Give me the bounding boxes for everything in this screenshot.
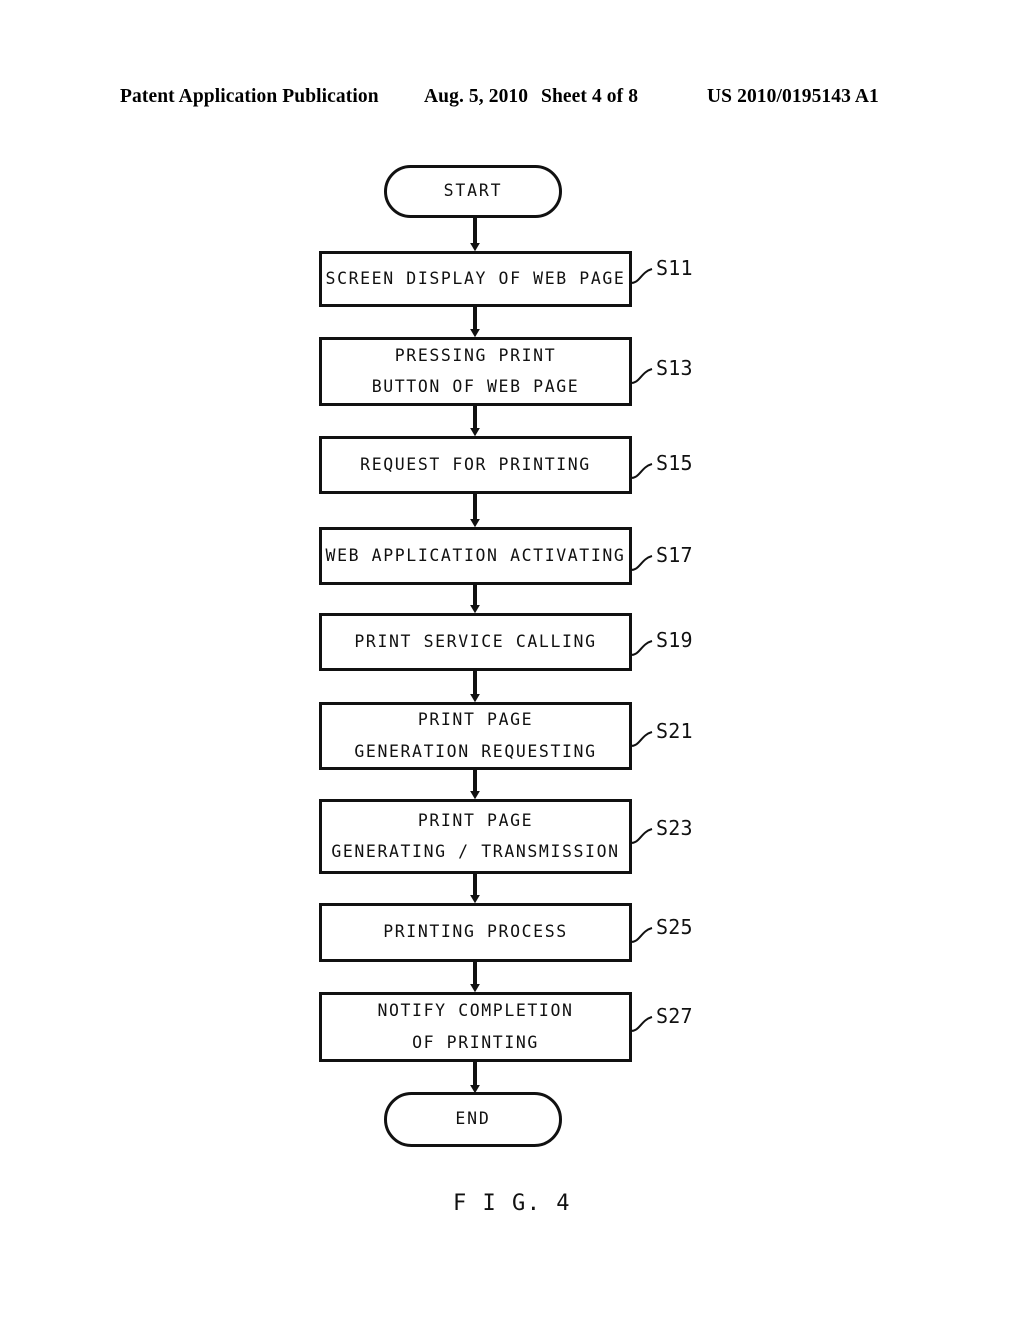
node-s11-shape <box>319 251 632 307</box>
leader-s13 <box>630 368 653 384</box>
leader-s23 <box>630 828 653 844</box>
leader-s27 <box>630 1016 653 1032</box>
leader-s21 <box>630 731 653 747</box>
leader-s11 <box>630 268 653 284</box>
node-start-shape <box>384 165 562 218</box>
node-end-shape <box>384 1092 562 1147</box>
figure-caption: F I G. 4 <box>453 1191 571 1216</box>
flowchart-graphics <box>319 165 653 1147</box>
node-s23-shape <box>319 799 632 874</box>
node-s17-shape <box>319 527 632 585</box>
leader-s15 <box>630 463 653 479</box>
node-s15-shape <box>319 436 632 494</box>
node-s13-shape <box>319 337 632 406</box>
leader-s17 <box>630 555 653 571</box>
node-s25-shape <box>319 903 632 962</box>
leader-s19 <box>630 640 653 656</box>
node-s21-shape <box>319 702 632 770</box>
leader-s25 <box>630 927 653 943</box>
node-s19-shape <box>319 613 632 671</box>
node-s27-shape <box>319 992 632 1062</box>
flowchart-figure: START SCREEN DISPLAY OF WEB PAGE S11 PRE… <box>0 0 1024 1320</box>
